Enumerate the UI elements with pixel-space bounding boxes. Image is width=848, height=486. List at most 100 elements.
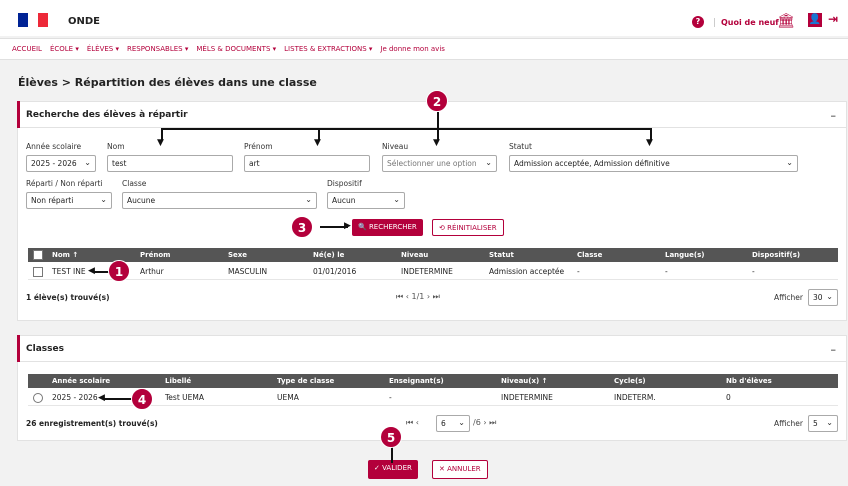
cell-annee: 2025 - 2026	[52, 393, 98, 402]
device-label: Dispositif	[327, 179, 362, 188]
name-input[interactable]: test	[107, 155, 233, 172]
chevron-down-icon: ⌄	[305, 195, 312, 204]
students-table-header: Nom ↑ Prénom Sexe Né(e) le Niveau Statut…	[28, 248, 838, 262]
collapse-icon[interactable]: –	[831, 109, 837, 122]
col-niveaux[interactable]: Niveau(x) ↑	[501, 377, 548, 385]
annotation-arrow-line	[437, 112, 439, 140]
annotation-badge-5: 5	[380, 426, 402, 448]
help-icon[interactable]: ?	[692, 16, 704, 28]
cell-type: UEMA	[277, 393, 299, 402]
level-select[interactable]: Sélectionner une option ⌄	[382, 155, 497, 172]
col-statut: Statut	[489, 251, 514, 259]
cell-cycles: INDETERM.	[614, 393, 656, 402]
top-bar: ONDE ? Quoi de neuf 🏛 👤 ⇥	[0, 0, 848, 36]
classes-panel-header[interactable]: Classes –	[17, 335, 846, 362]
cancel-button[interactable]: ✕ ANNULER	[432, 460, 488, 479]
arrow-left-icon: ◀	[88, 266, 95, 276]
page-size-select[interactable]: 5 ⌄	[808, 415, 838, 432]
col-dispositifs: Dispositif(s)	[752, 251, 801, 259]
arrow-down-icon: ▼	[646, 138, 653, 148]
cell-prenom: Arthur	[140, 267, 164, 276]
cell-classe: -	[577, 267, 580, 276]
students-pager[interactable]: ⏮ ‹ 1/1 › ⏭	[396, 292, 440, 302]
status-select[interactable]: Admission acceptée, Admission définitive…	[509, 155, 798, 172]
class-select[interactable]: Aucune ⌄	[122, 192, 317, 209]
cell-sexe: MASCULIN	[228, 267, 268, 276]
cell-niveaux: INDETERMINE	[501, 393, 553, 402]
app-title: ONDE	[68, 16, 101, 27]
classes-panel-title: Classes	[26, 344, 64, 354]
user-icon[interactable]: 👤	[808, 13, 822, 27]
menu-listes-extractions[interactable]: LISTES & EXTRACTIONS ▾	[280, 39, 376, 59]
col-langues: Langue(s)	[665, 251, 705, 259]
annotation-arrow-line	[161, 128, 651, 130]
breadcrumb: Élèves > Répartition des élèves dans une…	[18, 76, 317, 89]
bank-icon[interactable]: 🏛	[777, 13, 795, 29]
col-annee: Année scolaire	[52, 377, 111, 385]
col-naissance: Né(e) le	[313, 251, 345, 259]
search-panel-title: Recherche des élèves à répartir	[26, 110, 188, 120]
menu-accueil[interactable]: ACCUEIL	[8, 39, 46, 59]
page-size-value: 30	[813, 293, 823, 302]
row-checkbox[interactable]	[33, 267, 43, 277]
classes-pager-last[interactable]: /6 › ⏭	[473, 418, 496, 428]
select-all-checkbox[interactable]	[33, 250, 43, 260]
arrow-down-icon: ▼	[433, 138, 440, 148]
device-select[interactable]: Aucun ⌄	[327, 192, 405, 209]
col-type: Type de classe	[277, 377, 335, 385]
level-label: Niveau	[382, 142, 409, 151]
cell-dispositifs: -	[752, 267, 755, 276]
menu-ecole[interactable]: ÉCOLE ▾	[46, 39, 83, 59]
logout-icon[interactable]: ⇥	[828, 12, 838, 26]
col-classe: Classe	[577, 251, 603, 259]
annotation-badge-2: 2	[426, 90, 448, 112]
firstname-input[interactable]: art	[244, 155, 370, 172]
assigned-select[interactable]: Non réparti ⌄	[26, 192, 112, 209]
col-libelle: Libellé	[165, 377, 192, 385]
annotation-badge-4: 4	[131, 388, 153, 410]
classes-pager-first[interactable]: ⏮ ‹	[406, 418, 419, 428]
class-radio[interactable]	[33, 393, 43, 403]
col-nom[interactable]: Nom ↑	[52, 251, 78, 259]
cell-nb-eleves: 0	[726, 393, 731, 402]
menu-feedback[interactable]: Je donne mon avis	[376, 39, 449, 59]
search-button[interactable]: 🔍 RECHERCHER	[352, 219, 423, 236]
collapse-icon[interactable]: –	[831, 343, 837, 356]
page-number-value: 6	[441, 419, 446, 428]
whats-new-link[interactable]: Quoi de neuf	[714, 18, 779, 27]
search-panel: Recherche des élèves à répartir – Année …	[17, 101, 847, 321]
republic-flag-logo	[18, 13, 48, 27]
device-value: Aucun	[332, 196, 356, 205]
table-row[interactable]: TEST INE Arthur MASCULIN 01/01/2016 INDE…	[28, 264, 838, 280]
year-select[interactable]: 2025 - 2026 ⌄	[26, 155, 96, 172]
reset-button[interactable]: ⟲ RÉINITIALISER	[432, 219, 504, 236]
chevron-down-icon: ⌄	[826, 418, 833, 427]
page-number-select[interactable]: 6 ⌄	[436, 415, 470, 432]
status-value: Admission acceptée, Admission définitive	[514, 159, 670, 168]
annotation-arrow-line	[104, 398, 132, 400]
annotation-badge-1: 1	[108, 260, 130, 282]
col-niveau: Niveau	[401, 251, 429, 259]
arrow-left-icon: ◀	[98, 393, 105, 403]
students-count: 1 élève(s) trouvé(s)	[26, 293, 110, 302]
level-value: Sélectionner une option	[387, 159, 477, 168]
chevron-down-icon: ⌄	[393, 195, 400, 204]
col-nb-eleves: Nb d'élèves	[726, 377, 772, 385]
menu-mels-documents[interactable]: MÉLS & DOCUMENTS ▾	[192, 39, 280, 59]
arrow-down-icon: ▼	[157, 138, 164, 148]
cell-enseignants: -	[389, 393, 392, 402]
page-size-select[interactable]: 30 ⌄	[808, 289, 838, 306]
classes-table-header: Année scolaire Libellé Type de classe En…	[28, 374, 838, 388]
chevron-down-icon: ⌄	[786, 158, 793, 167]
annotation-arrow-line	[391, 447, 393, 463]
menu-eleves[interactable]: ÉLÈVES ▾	[83, 39, 123, 59]
chevron-down-icon: ⌄	[100, 195, 107, 204]
assigned-label: Réparti / Non réparti	[26, 179, 103, 188]
cell-langues: -	[665, 267, 668, 276]
year-value: 2025 - 2026	[31, 159, 77, 168]
col-sexe: Sexe	[228, 251, 248, 259]
name-label: Nom	[107, 142, 125, 151]
cell-statut: Admission acceptée	[489, 267, 565, 276]
menu-responsables[interactable]: RESPONSABLES ▾	[123, 39, 192, 59]
col-enseignants: Enseignant(s)	[389, 377, 444, 385]
